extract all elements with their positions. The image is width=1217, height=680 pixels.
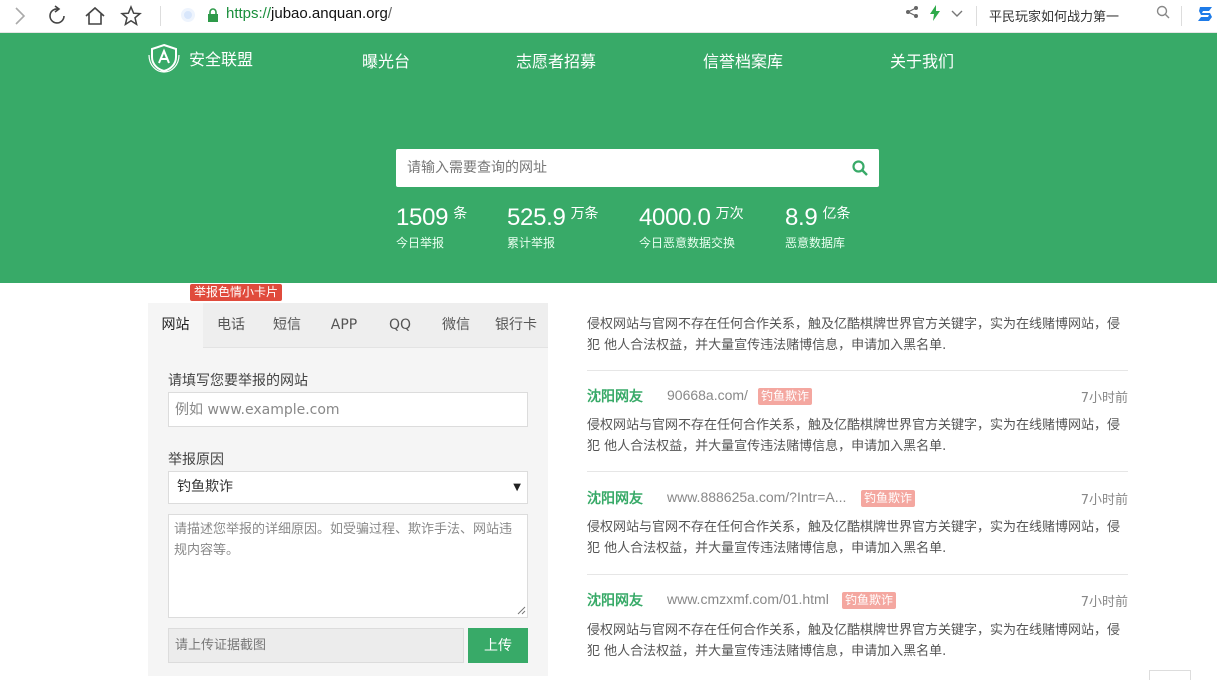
report-time: 7小时前 bbox=[1080, 493, 1128, 508]
list-divider bbox=[587, 370, 1128, 371]
stat-label: 今日举报 bbox=[396, 236, 445, 250]
reported-site-link[interactable]: 90668a.com/ bbox=[667, 387, 748, 403]
nav-credit-archive[interactable]: 信誉档案库 bbox=[703, 48, 783, 72]
url-scheme: https:// bbox=[226, 5, 272, 22]
report-meta-row: 沈阳网友 www.cmzxmf.com/01.html 钓鱼欺诈 7小时前 bbox=[587, 590, 1128, 610]
toolbar-divider bbox=[160, 6, 161, 26]
report-description: 侵权网站与官网不存在任何合作关系，触及亿酷棋牌世界官方关键字，实为在线赌博网站，… bbox=[587, 418, 1121, 454]
url-path: / bbox=[387, 5, 392, 22]
toolbar-divider bbox=[976, 6, 977, 26]
site-logo[interactable]: 安全联盟 bbox=[148, 43, 253, 73]
list-divider bbox=[587, 471, 1128, 472]
stat-label: 今日恶意数据交换 bbox=[639, 236, 736, 250]
tab-sms[interactable]: 短信 bbox=[261, 303, 313, 348]
reporter-name: 沈阳网友 bbox=[587, 389, 643, 405]
description-textarea[interactable] bbox=[168, 514, 528, 618]
report-meta-row: 沈阳网友 90668a.com/ 钓鱼欺诈 7小时前 bbox=[587, 386, 1128, 406]
url-host: jubao.anquan.org bbox=[271, 5, 388, 22]
resize-grip-icon[interactable] bbox=[517, 606, 526, 615]
category-tag: 钓鱼欺诈 bbox=[861, 490, 916, 507]
category-tag: 钓鱼欺诈 bbox=[758, 388, 813, 405]
stat-today-reports: 1509 条 今日举报 bbox=[396, 204, 468, 250]
toolbar-divider bbox=[1181, 6, 1182, 26]
stat-value: 525.9 bbox=[507, 204, 566, 231]
url-search-box bbox=[396, 149, 879, 187]
category-tag: 钓鱼欺诈 bbox=[842, 592, 897, 609]
report-description: 侵权网站与官网不存在任何合作关系，触及亿酷棋牌世界官方关键字，实为在线赌博网站，… bbox=[587, 520, 1121, 556]
reason-selected-value: 钓鱼欺诈 bbox=[177, 479, 233, 495]
reported-site-link[interactable]: www.cmzxmf.com/01.html bbox=[667, 591, 829, 607]
stat-value: 1509 bbox=[396, 204, 449, 231]
reason-field-label: 举报原因 bbox=[168, 452, 224, 468]
url-search-input[interactable] bbox=[396, 149, 836, 187]
reporter-name: 沈阳网友 bbox=[587, 491, 643, 507]
upload-evidence-field[interactable]: 请上传证据截图 bbox=[168, 628, 464, 663]
stat-unit: 万条 bbox=[570, 206, 599, 222]
report-meta-row: 沈阳网友 www.888625a.com/?Intr=A... 钓鱼欺诈 7小时… bbox=[587, 488, 1128, 508]
site-info-icon[interactable] bbox=[181, 8, 195, 22]
nav-volunteer[interactable]: 志愿者招募 bbox=[516, 48, 596, 72]
hero-banner: 安全联盟 曝光台 志愿者招募 信誉档案库 关于我们 1509条 今日举报 525… bbox=[0, 33, 1217, 283]
report-type-tabs: 网站 电话 短信 APP QQ 微信 银行卡 bbox=[148, 303, 548, 349]
upload-button[interactable]: 上传 bbox=[468, 628, 528, 663]
report-time: 7小时前 bbox=[1080, 595, 1128, 610]
stat-total-reports: 525.9 万条 累计举报 bbox=[507, 204, 599, 250]
stat-unit: 万次 bbox=[715, 206, 744, 222]
logo-text: 安全联盟 bbox=[189, 50, 254, 69]
nav-about[interactable]: 关于我们 bbox=[890, 48, 954, 72]
search-icon[interactable] bbox=[851, 159, 869, 177]
stat-data-exchange: 4000.0 万次 今日恶意数据交换 bbox=[639, 204, 744, 250]
home-icon[interactable] bbox=[83, 4, 107, 28]
nav-exposure[interactable]: 曝光台 bbox=[362, 48, 410, 72]
tab-website[interactable]: 网站 bbox=[148, 303, 203, 349]
back-icon[interactable] bbox=[8, 4, 32, 28]
reason-select[interactable]: 钓鱼欺诈 ▼ bbox=[168, 471, 528, 504]
promo-badge[interactable]: 举报色情小卡片 bbox=[190, 284, 283, 301]
back-to-top-button[interactable] bbox=[1149, 670, 1191, 680]
reported-site-link[interactable]: www.888625a.com/?Intr=A... bbox=[667, 489, 846, 505]
report-list: 侵权网站与官网不存在任何合作关系，触及亿酷棋牌世界官方关键字，实为在线赌博网站，… bbox=[587, 303, 1128, 676]
lightning-icon[interactable] bbox=[925, 5, 945, 25]
reload-icon[interactable] bbox=[46, 4, 70, 28]
reporter-name: 沈阳网友 bbox=[587, 593, 643, 609]
report-time: 7小时前 bbox=[1080, 391, 1128, 406]
stat-unit: 条 bbox=[453, 206, 468, 222]
report-form-panel: 网站 电话 短信 APP QQ 微信 银行卡 请填写您要举报的网站 举报原因 钓… bbox=[148, 303, 548, 676]
stat-malicious-db: 8.9 亿条 恶意数据库 bbox=[785, 204, 851, 250]
tab-qq[interactable]: QQ bbox=[374, 303, 426, 348]
dropdown-arrow-icon: ▼ bbox=[513, 482, 521, 493]
site-field-label: 请填写您要举报的网站 bbox=[168, 373, 308, 389]
tab-bank-card[interactable]: 银行卡 bbox=[488, 303, 544, 348]
search-icon[interactable] bbox=[1153, 5, 1173, 25]
chevron-down-icon[interactable] bbox=[947, 5, 967, 25]
stat-value: 4000.0 bbox=[639, 204, 711, 231]
tab-phone[interactable]: 电话 bbox=[205, 303, 257, 348]
report-description: 侵权网站与官网不存在任何合作关系，触及亿酷棋牌世界官方关键字，实为在线赌博网站，… bbox=[587, 623, 1121, 659]
stat-label: 累计举报 bbox=[507, 236, 556, 250]
report-description: 侵权网站与官网不存在任何合作关系，触及亿酷棋牌世界官方关键字，实为在线赌博网站，… bbox=[587, 317, 1121, 353]
tab-app[interactable]: APP bbox=[318, 303, 370, 348]
star-icon[interactable] bbox=[119, 4, 143, 28]
browser-logo-icon[interactable] bbox=[1196, 5, 1216, 25]
site-input[interactable] bbox=[168, 392, 528, 427]
stat-label: 恶意数据库 bbox=[785, 236, 846, 250]
address-bar[interactable]: https://jubao.anquan.org/ bbox=[226, 5, 392, 22]
list-divider bbox=[587, 574, 1128, 575]
lock-icon bbox=[207, 7, 219, 22]
stat-unit: 亿条 bbox=[822, 206, 851, 222]
share-icon[interactable] bbox=[902, 5, 922, 25]
shield-logo-icon bbox=[148, 43, 180, 73]
browser-search-field[interactable]: 平民玩家如何战力第一 bbox=[989, 6, 1131, 25]
browser-toolbar: https://jubao.anquan.org/ 平民玩家如何战力第一 bbox=[0, 0, 1217, 33]
tab-wechat[interactable]: 微信 bbox=[430, 303, 482, 348]
stat-value: 8.9 bbox=[785, 204, 818, 231]
